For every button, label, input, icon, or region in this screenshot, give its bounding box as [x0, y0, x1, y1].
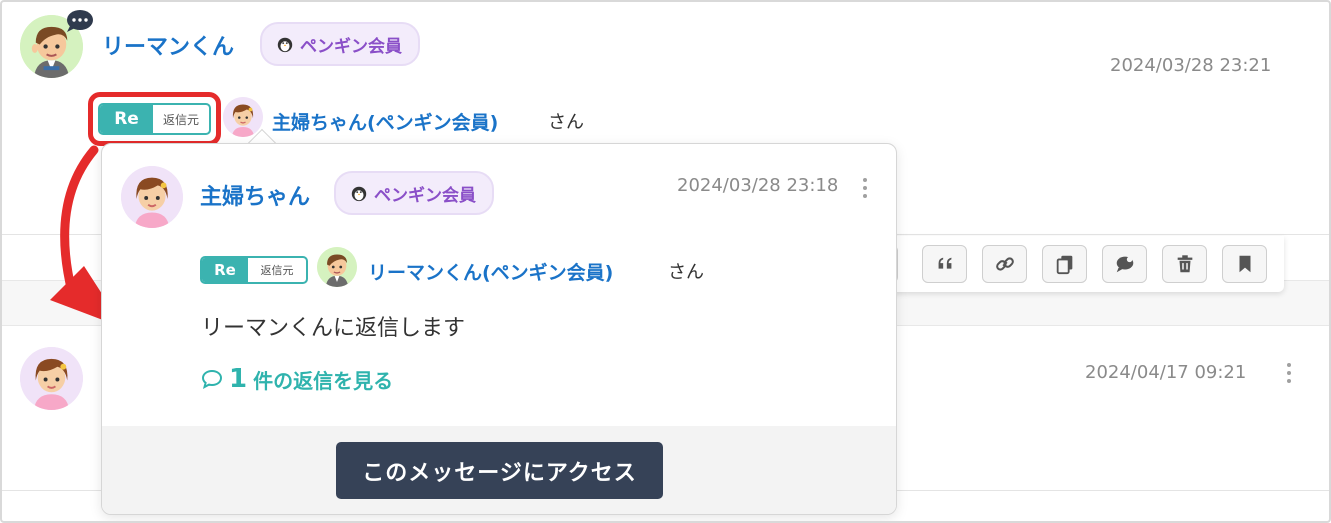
more-menu-icon[interactable]	[1285, 363, 1293, 383]
trash-icon	[1177, 255, 1192, 273]
post-timestamp: 2024/03/28 23:18	[677, 175, 839, 196]
bookmark-button[interactable]	[1222, 245, 1267, 283]
message-body: リーマンくんに返信します	[201, 316, 466, 341]
link-icon	[995, 257, 1014, 271]
copy-icon	[1056, 255, 1072, 275]
penguin-icon	[277, 37, 293, 53]
reply-source-chip[interactable]: Re 返信元	[200, 256, 308, 284]
avatar[interactable]	[20, 347, 83, 410]
link-button[interactable]	[982, 245, 1027, 283]
access-message-button[interactable]: このメッセージにアクセス	[336, 442, 663, 499]
delete-button[interactable]	[1162, 245, 1207, 283]
re-label: Re	[202, 258, 248, 282]
more-menu-icon[interactable]	[861, 178, 869, 198]
reply-button[interactable]	[1102, 245, 1147, 283]
author-name[interactable]: リーマンくん	[102, 29, 234, 61]
quote-icon	[938, 257, 951, 269]
honorific-label: さん	[668, 262, 704, 283]
bookmark-icon	[1239, 255, 1250, 273]
replies-count: 1	[229, 364, 248, 394]
thread-view: リーマンくん ペンギン会員 2024/03/28 23:21 Re 返信元 主婦…	[0, 0, 1331, 523]
view-replies-link[interactable]: 1 件の返信を見る	[201, 364, 393, 394]
source-label: 返信元	[260, 264, 294, 277]
quote-button[interactable]	[922, 245, 967, 283]
post-timestamp: 2024/04/17 09:21	[1085, 362, 1247, 383]
copy-button[interactable]	[1042, 245, 1087, 283]
badge-label: ペンギン会員	[300, 36, 402, 57]
avatar[interactable]	[223, 97, 263, 137]
typing-bubble-icon	[67, 10, 93, 32]
reply-bubble-icon	[1116, 256, 1133, 273]
penguin-icon	[351, 186, 367, 202]
avatar[interactable]	[317, 247, 357, 287]
member-badge: ペンギン会員	[260, 22, 420, 66]
member-badge: ペンギン会員	[334, 171, 494, 215]
reply-target-name[interactable]: リーマンくん(ペンギン会員)	[368, 258, 613, 285]
avatar[interactable]	[121, 166, 183, 228]
message-toolbar	[868, 236, 1284, 292]
author-name[interactable]: 主婦ちゃん	[200, 179, 310, 211]
reply-preview-popup: 主婦ちゃん ペンギン会員 2024/03/28 23:18 Re 返信元 リーマ…	[101, 143, 897, 515]
reply-target-name[interactable]: 主婦ちゃん(ペンギン会員)	[272, 108, 498, 135]
comment-icon	[201, 369, 223, 389]
replies-label: 件の返信を見る	[253, 368, 394, 393]
post-timestamp: 2024/03/28 23:21	[1110, 55, 1272, 76]
highlight-outline	[88, 92, 221, 146]
honorific-label: さん	[548, 112, 584, 133]
badge-label: ペンギン会員	[374, 185, 476, 206]
